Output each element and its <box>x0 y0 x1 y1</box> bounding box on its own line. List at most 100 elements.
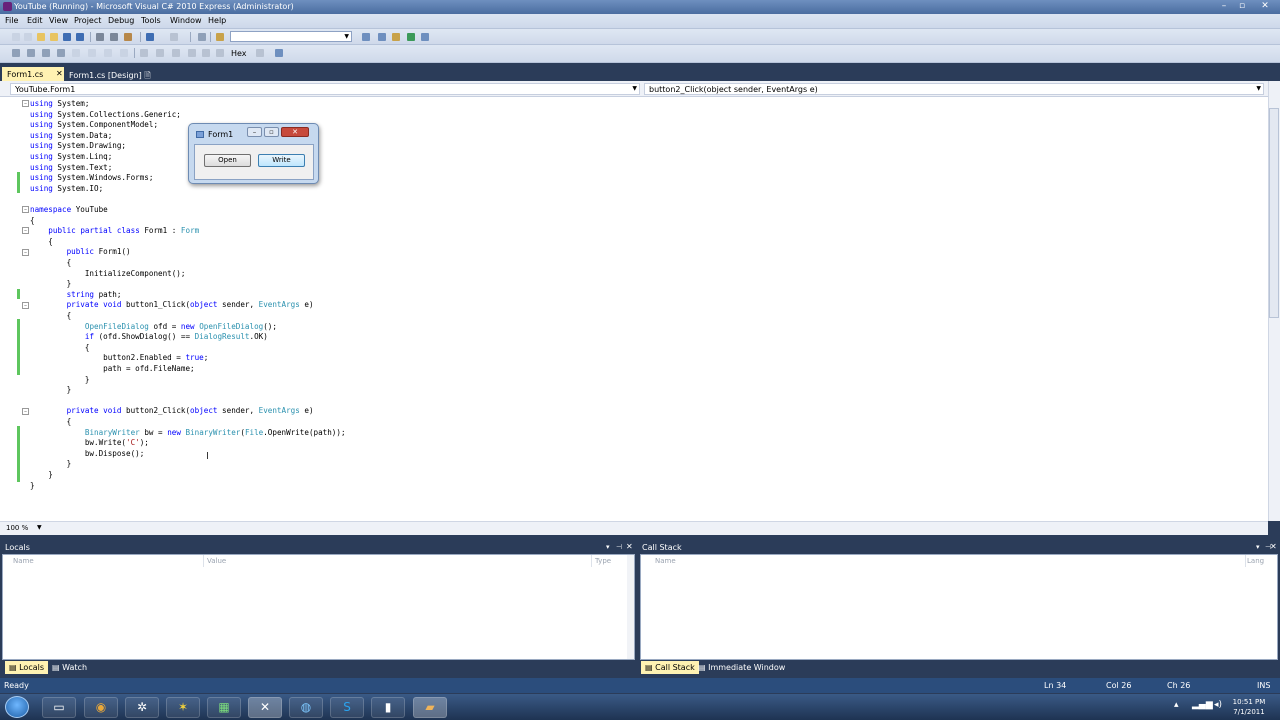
code-line[interactable]: { <box>30 237 53 248</box>
menu-edit[interactable]: Edit <box>27 16 43 25</box>
class-combo[interactable]: YouTube.Form1 ▼ <box>10 83 640 95</box>
code-line[interactable]: using System.Text; <box>30 163 112 174</box>
scrollbar-thumb[interactable] <box>1269 108 1279 318</box>
breakpoint-icon[interactable] <box>156 49 164 57</box>
open-folder-icon[interactable] <box>50 33 58 41</box>
code-line[interactable]: { <box>30 343 90 354</box>
restart-icon[interactable] <box>188 49 196 57</box>
minimize-icon[interactable]: – <box>247 127 262 137</box>
app-icon[interactable]: ▰ <box>413 697 447 718</box>
step-out-icon[interactable] <box>57 49 65 57</box>
column-header-value[interactable]: Value <box>207 557 226 565</box>
code-line[interactable]: } <box>30 459 72 470</box>
code-line[interactable]: InitializeComponent(); <box>30 269 186 280</box>
object-browser-icon[interactable] <box>407 33 415 41</box>
code-line[interactable]: bw.Write('C'); <box>30 438 149 449</box>
breakpoints-window-icon[interactable] <box>256 49 264 57</box>
code-line[interactable]: } <box>30 375 90 386</box>
undo-icon[interactable] <box>146 33 154 41</box>
column-header-name[interactable]: Name <box>655 557 676 565</box>
code-line[interactable]: { <box>30 311 72 322</box>
menu-tools[interactable]: Tools <box>141 16 161 25</box>
code-line[interactable]: } <box>30 481 35 492</box>
code-line[interactable]: private void button2_Click(object sender… <box>30 406 314 417</box>
code-line[interactable]: using System.Collections.Generic; <box>30 110 181 121</box>
toolbox-icon[interactable] <box>392 33 400 41</box>
add-item-icon[interactable] <box>24 33 32 41</box>
skype-icon[interactable]: S <box>330 697 364 718</box>
tab-form1-cs[interactable]: Form1.cs ✕ <box>2 67 64 81</box>
code-line[interactable]: { <box>30 258 72 269</box>
step-over-icon[interactable] <box>42 49 50 57</box>
column-header-type[interactable]: Type <box>595 557 611 565</box>
code-line[interactable]: using System.Windows.Forms; <box>30 173 153 184</box>
uncomment-icon[interactable] <box>88 49 96 57</box>
solution-explorer-icon[interactable] <box>362 33 370 41</box>
menu-window[interactable]: Window <box>170 16 202 25</box>
menu-view[interactable]: View <box>49 16 68 25</box>
code-line[interactable]: using System.ComponentModel; <box>30 120 158 131</box>
cut-icon[interactable] <box>96 33 104 41</box>
code-line[interactable]: using System; <box>30 99 89 110</box>
open-file-icon[interactable] <box>37 33 45 41</box>
network-icon[interactable]: ▂▄▆ <box>1192 700 1213 710</box>
open-button[interactable]: Open <box>204 154 251 167</box>
code-line[interactable]: } <box>30 279 72 290</box>
code-line[interactable]: if (ofd.ShowDialog() == DialogResult.OK) <box>30 332 268 343</box>
properties-icon[interactable] <box>378 33 386 41</box>
collapse-icon[interactable]: – <box>22 302 29 309</box>
hex-display-toggle[interactable]: Hex <box>231 49 247 58</box>
code-line[interactable]: namespace YouTube <box>30 205 108 216</box>
start-page-icon[interactable] <box>421 33 429 41</box>
call-stack-pane[interactable]: Name Lang <box>640 554 1278 660</box>
minimize-icon[interactable]: – <box>1217 1 1231 12</box>
write-button[interactable]: Write <box>258 154 305 167</box>
app-icon[interactable]: ▮ <box>371 697 405 718</box>
tab-form1-design[interactable]: Form1.cs [Design] 🗎 <box>64 67 151 81</box>
bookmark-icon[interactable] <box>140 49 148 57</box>
tab-immediate-window[interactable]: ▤ Immediate Window <box>694 661 789 674</box>
code-line[interactable]: bw.Dispose(); <box>30 449 144 460</box>
threads-icon[interactable] <box>216 49 224 57</box>
code-line[interactable]: public Form1() <box>30 247 131 258</box>
menu-project[interactable]: Project <box>74 16 101 25</box>
code-line[interactable]: using System.IO; <box>30 184 103 195</box>
find-in-files-icon[interactable] <box>216 33 224 41</box>
system-tray[interactable]: ▴ ▂▄▆ ◂) <box>1170 697 1230 717</box>
member-combo[interactable]: button2_Click(object sender, EventArgs e… <box>644 83 1264 95</box>
find-combo[interactable]: ▼ <box>230 31 352 42</box>
show-hidden-icons-icon[interactable]: ▴ <box>1174 700 1179 710</box>
code-line[interactable]: using System.Data; <box>30 131 112 142</box>
start-debugging-icon[interactable] <box>198 33 206 41</box>
code-line[interactable]: OpenFileDialog ofd = new OpenFileDialog(… <box>30 322 277 333</box>
app-icon[interactable]: ✲ <box>125 697 159 718</box>
code-line[interactable]: public partial class Form1 : Form <box>30 226 199 237</box>
menu-file[interactable]: File <box>5 16 18 25</box>
tab-locals[interactable]: ▤ Locals <box>5 661 49 674</box>
explorer-icon[interactable]: ▭ <box>42 697 76 718</box>
column-header-name[interactable]: Name <box>13 557 34 565</box>
locals-pane[interactable]: Name Value Type <box>2 554 635 660</box>
chrome-icon[interactable]: ◉ <box>84 697 118 718</box>
code-line[interactable]: { <box>30 417 72 428</box>
code-line[interactable]: { <box>30 216 35 227</box>
close-icon[interactable]: ✕ <box>281 127 309 137</box>
close-icon[interactable]: ✕ <box>56 69 63 78</box>
new-project-icon[interactable] <box>12 33 20 41</box>
code-line[interactable]: private void button1_Click(object sender… <box>30 300 314 311</box>
clock[interactable]: 10:51 PM 7/1/2011 <box>1224 697 1274 719</box>
indent-icon[interactable] <box>104 49 112 57</box>
code-line[interactable]: BinaryWriter bw = new BinaryWriter(File.… <box>30 428 346 439</box>
outdent-icon[interactable] <box>120 49 128 57</box>
code-line[interactable]: } <box>30 470 53 481</box>
code-line[interactable]: string path; <box>30 290 122 301</box>
tab-watch[interactable]: ▤ Watch <box>48 661 91 674</box>
collapse-icon[interactable]: – <box>22 206 29 213</box>
pin-icon[interactable]: ⊣ <box>616 543 622 551</box>
visual-studio-icon[interactable]: ✕ <box>248 697 282 718</box>
app-icon[interactable]: ◍ <box>289 697 323 718</box>
form1-window[interactable]: Form1 – ▫ ✕ Open Write <box>188 123 319 184</box>
menu-debug[interactable]: Debug <box>108 16 134 25</box>
copy-icon[interactable] <box>110 33 118 41</box>
collapse-icon[interactable]: – <box>22 100 29 107</box>
